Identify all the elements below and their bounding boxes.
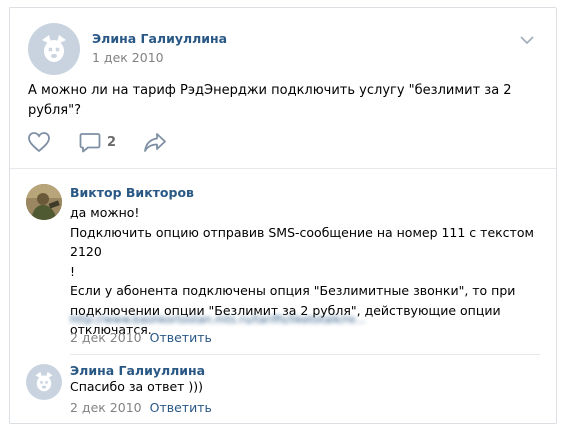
- heart-icon: [28, 132, 50, 153]
- comment-1-line-4: Если у абонента подключены опция "Безлим…: [70, 283, 516, 298]
- comment-1-date[interactable]: 2 дек 2010: [70, 330, 142, 345]
- comment-2-reply-button[interactable]: Ответить: [150, 400, 212, 415]
- post-author-avatar[interactable]: [28, 23, 80, 75]
- post-divider: [10, 168, 556, 169]
- comment-2-text: Спасибо за ответ ))): [70, 379, 204, 394]
- dog-avatar-icon: [42, 35, 66, 62]
- comments-count: 2: [107, 135, 117, 150]
- comment-2-avatar[interactable]: [26, 364, 62, 400]
- comment-button[interactable]: 2: [79, 132, 116, 153]
- post-text: А можно ли на тариф РэдЭнерджи подключит…: [28, 83, 512, 118]
- comment-1-line-1: да можно!: [70, 205, 140, 220]
- comment-2-author[interactable]: Элина Галиуллина: [70, 363, 205, 378]
- share-button[interactable]: [143, 132, 167, 153]
- chevron-down-icon[interactable]: [519, 35, 535, 45]
- comment-1-reply-button[interactable]: Ответить: [150, 330, 212, 345]
- comment-1-line-2: Подключить опцию отправив SMS-сообщение …: [70, 224, 534, 260]
- comment-2-date[interactable]: 2 дек 2010: [70, 400, 142, 415]
- comment-divider: [70, 354, 540, 355]
- dog-avatar-icon: [35, 371, 53, 392]
- comment-1-footer: 2 дек 2010 Ответить: [70, 330, 212, 345]
- comment-1-avatar[interactable]: [26, 184, 62, 220]
- comment-1-link[interactable]: http://www.bashkortostan.mts.ru/tariffs/…: [70, 313, 366, 326]
- comment-1-author[interactable]: Виктор Викторов: [70, 185, 194, 200]
- post-date[interactable]: 1 дек 2010: [92, 50, 164, 65]
- share-icon: [144, 133, 166, 152]
- comment-icon: [79, 133, 101, 153]
- comment-2-footer: 2 дек 2010 Ответить: [70, 400, 212, 415]
- like-button[interactable]: [27, 131, 51, 153]
- post-author-name[interactable]: Элина Галиуллина: [92, 31, 227, 46]
- comment-1-line-3: !: [70, 263, 76, 279]
- post-card: Элина Галиуллина 1 дек 2010 А можно ли н…: [9, 7, 557, 424]
- photo-avatar-icon: [26, 184, 62, 220]
